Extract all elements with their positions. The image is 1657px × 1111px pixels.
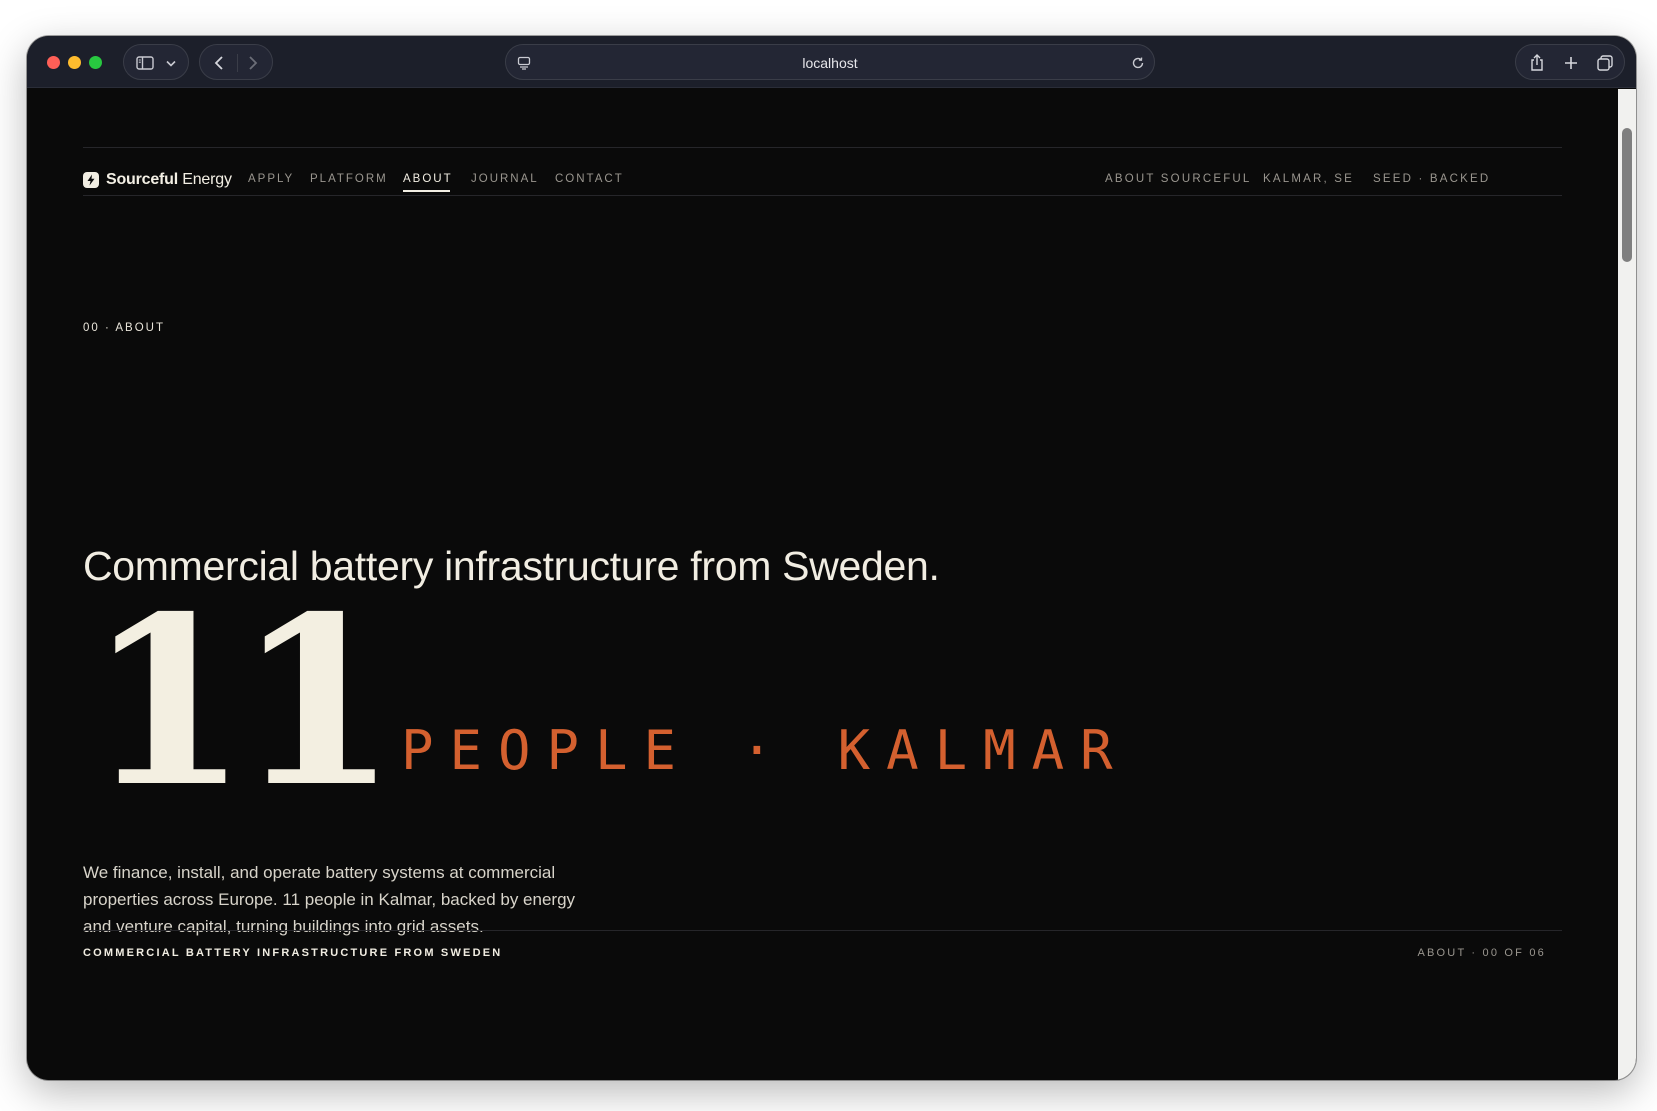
footer-tagline: COMMERCIAL BATTERY INFRASTRUCTURE FROM S…: [83, 947, 503, 959]
brand-name: Sourceful Energy: [106, 171, 232, 189]
section-counter: ABOUT · 00 OF 06: [1417, 947, 1546, 959]
lightning-bolt-icon: [83, 172, 99, 188]
nav-platform[interactable]: PLATFORM: [310, 173, 388, 185]
team-size-caption: PEOPLE · KALMAR: [401, 719, 1129, 782]
page-viewport: Sourceful Energy APPLY PLATFORM ABOUT JO…: [27, 89, 1618, 1080]
tab-overview-icon[interactable]: [1590, 45, 1620, 81]
url-text: localhost: [802, 55, 858, 71]
history-nav-group: [199, 44, 273, 80]
address-bar[interactable]: localhost: [505, 44, 1155, 80]
chevron-down-icon[interactable]: [162, 45, 180, 81]
brand-logo[interactable]: Sourceful Energy: [83, 169, 232, 191]
meta-about-sourceful[interactable]: ABOUT SOURCEFUL: [1105, 173, 1252, 185]
team-size-number: 11: [87, 565, 398, 838]
browser-window: localhost Sourceful Energy APPLY PLATFOR…: [27, 36, 1636, 1080]
reload-icon[interactable]: [1128, 45, 1148, 81]
sidebar-toggle-group: [123, 44, 189, 80]
forward-icon[interactable]: [242, 45, 264, 81]
close-window-button[interactable]: [47, 56, 60, 69]
sidebar-icon[interactable]: [134, 45, 156, 81]
meta-funding: SEED · BACKED: [1373, 173, 1491, 185]
brand-name-bold: Sourceful: [106, 171, 178, 188]
share-icon[interactable]: [1522, 45, 1552, 81]
scrollbar-thumb[interactable]: [1622, 128, 1632, 262]
browser-toolbar: localhost: [27, 36, 1636, 88]
new-tab-icon[interactable]: [1556, 45, 1586, 81]
section-eyebrow: 00 · ABOUT: [83, 322, 165, 334]
footer-rule: [83, 930, 1562, 931]
header-bottom-rule: [83, 195, 1562, 196]
minimize-window-button[interactable]: [68, 56, 81, 69]
back-icon[interactable]: [208, 45, 230, 81]
zoom-window-button[interactable]: [89, 56, 102, 69]
nav-active-indicator: [403, 190, 450, 192]
divider: [237, 54, 238, 72]
window-actions-group: [1515, 44, 1625, 80]
nav-journal[interactable]: JOURNAL: [471, 173, 539, 185]
hero-description: We finance, install, and operate battery…: [83, 863, 576, 936]
nav-about[interactable]: ABOUT: [403, 173, 453, 185]
meta-location: KALMAR, SE: [1263, 173, 1355, 185]
brand-name-rest: Energy: [178, 171, 232, 188]
nav-contact[interactable]: CONTACT: [555, 173, 624, 185]
header-top-rule: [83, 147, 1562, 148]
nav-apply[interactable]: APPLY: [248, 173, 294, 185]
